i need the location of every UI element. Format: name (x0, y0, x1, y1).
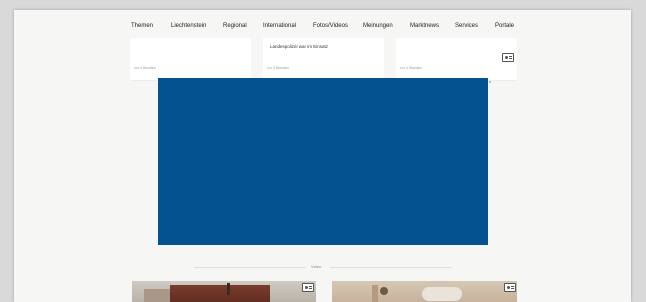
thumbnail-photo-detail (372, 285, 378, 302)
video-thumbnail[interactable] (132, 281, 316, 302)
news-card-time: vor 4 Stunden (400, 66, 422, 70)
nav-item-services[interactable]: Services (455, 23, 478, 29)
section-divider-right (330, 267, 452, 268)
ad-banner[interactable] (158, 78, 488, 245)
nav-item-regional[interactable]: Regional (223, 23, 247, 29)
nav-item-fotos-videos[interactable]: Fotos/Videos (313, 23, 348, 29)
nav-item-portale[interactable]: Portale (495, 23, 514, 29)
thumbnail-photo-detail (170, 285, 270, 302)
main-nav: Themen Liechtenstein Regional Internatio… (14, 23, 631, 35)
news-card-time: vor 4 Stunden (134, 66, 156, 70)
page: Themen Liechtenstein Regional Internatio… (14, 10, 631, 302)
thumbnail-photo-detail (422, 287, 462, 301)
news-card[interactable]: Landespolizei war im Einsatz vor 4 Stund… (263, 38, 384, 81)
media-card-icon[interactable] (504, 283, 516, 292)
ad-marker-dot (489, 81, 491, 83)
nav-item-marktnews[interactable]: Marktnews (410, 23, 439, 29)
media-card-icon[interactable] (302, 283, 314, 292)
news-card-time: vor 4 Stunden (267, 66, 289, 70)
news-card-title: Landespolizei war im Einsatz (270, 44, 329, 49)
news-card[interactable]: vor 4 Stunden (130, 38, 251, 81)
video-thumbnail[interactable] (332, 281, 517, 302)
section-divider-left (194, 267, 306, 268)
thumbnail-photo-detail (227, 283, 230, 295)
nav-item-liechtenstein[interactable]: Liechtenstein (171, 23, 206, 29)
nav-item-international[interactable]: International (263, 23, 296, 29)
thumbnail-photo-detail (380, 287, 388, 295)
nav-item-themen[interactable]: Themen (131, 23, 153, 29)
media-card-icon[interactable] (502, 53, 514, 62)
news-card[interactable]: vor 4 Stunden (396, 38, 517, 81)
section-label: Video (311, 264, 322, 269)
nav-item-meinungen[interactable]: Meinungen (363, 23, 393, 29)
